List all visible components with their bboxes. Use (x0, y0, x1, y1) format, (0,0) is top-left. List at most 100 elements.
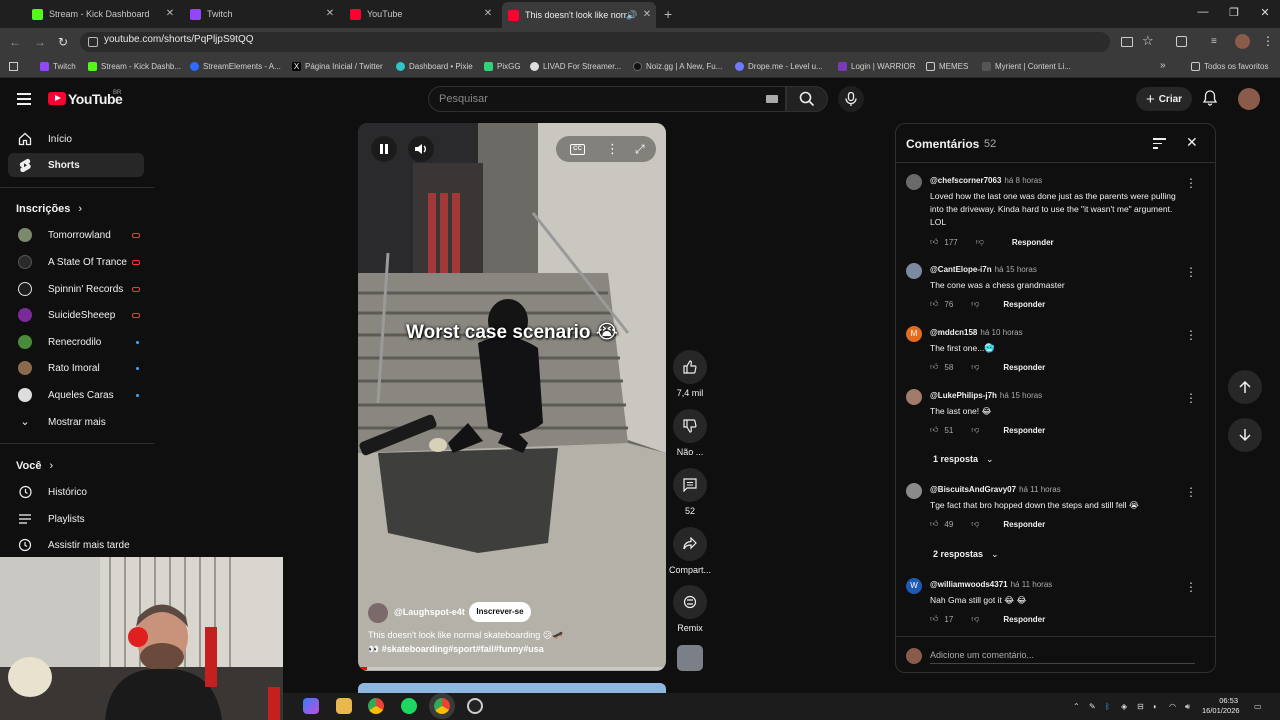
pen-icon[interactable]: ✎ (1089, 702, 1096, 711)
thumbs-up-icon[interactable]: 👍︎ (930, 362, 938, 372)
subscribe-button[interactable]: Inscrever-se (469, 602, 531, 622)
chrome-active-icon[interactable] (434, 698, 450, 714)
search-button[interactable] (786, 86, 828, 112)
bookmark-kick[interactable]: Stream - Kick Dashb... (88, 62, 181, 71)
reply-button[interactable]: Responder (1003, 426, 1045, 435)
thumbs-down-icon[interactable]: 👎︎ (971, 614, 979, 624)
comment-menu-icon[interactable]: ⋮ (1185, 265, 1197, 279)
bookmark-twitch[interactable]: Twitch (40, 62, 76, 71)
taskbar-clock[interactable]: 06:53 16/01/2026 (1202, 696, 1240, 716)
you-heading[interactable]: Você › (16, 460, 53, 472)
video-progress-bar[interactable] (358, 667, 666, 670)
apps-grid-icon[interactable] (9, 62, 18, 71)
tray-app-icon[interactable]: ◈ (1121, 702, 1127, 711)
bookmark-star-icon[interactable]: ☆ (1142, 33, 1154, 49)
sidebar-item-watch-later[interactable]: Assistir mais tarde (8, 533, 144, 557)
comment-author[interactable]: @mddcn158 há 10 horas (930, 328, 1023, 337)
sidebar-item-aqueles-caras[interactable]: Aqueles Caras (8, 383, 144, 407)
show-replies-button[interactable]: 1 resposta ⌄ (933, 454, 994, 465)
chrome-icon[interactable] (368, 698, 384, 714)
short-video-player[interactable]: CC ⋮ ⤢ Worst case scenario 😭 @Laughspot-… (358, 123, 666, 671)
sidebar-item-a-state-of-trance[interactable]: A State Of Trance (8, 250, 144, 274)
site-info-icon[interactable] (88, 37, 98, 47)
extensions-icon[interactable] (1176, 36, 1187, 47)
bookmark-folder-memes[interactable]: MEMES (926, 62, 968, 71)
comment-menu-icon[interactable]: ⋮ (1185, 176, 1197, 190)
restore-icon[interactable]: ❐ (1227, 6, 1241, 19)
minimize-icon[interactable]: — (1196, 6, 1210, 18)
tab-youtube[interactable]: YouTube ✕ (346, 4, 498, 24)
previous-short-button[interactable] (1228, 370, 1262, 404)
sidebar-item-spinnin-records[interactable]: Spinnin' Records (8, 277, 144, 301)
reply-button[interactable]: Responder (1003, 363, 1045, 372)
reply-button[interactable]: Responder (1012, 238, 1054, 247)
volume-button[interactable] (408, 136, 434, 162)
comment-author[interactable]: @BiscuitsAndGravy07 há 11 horas (930, 485, 1061, 494)
profile-avatar[interactable] (1235, 34, 1250, 49)
new-tab-button[interactable]: + (664, 6, 672, 22)
forward-icon[interactable]: → (33, 35, 47, 49)
thumbs-up-icon[interactable]: 👍︎ (930, 614, 938, 624)
thumbs-up-icon[interactable]: 👍︎ (930, 237, 938, 247)
channel-name[interactable]: @Laughspot-e4t (394, 607, 465, 617)
close-tab-icon[interactable]: ✕ (165, 9, 175, 19)
copilot-icon[interactable] (303, 698, 319, 714)
sidebar-item-renecrodilo[interactable]: Renecrodilo (8, 330, 144, 354)
notifications-bell-icon[interactable] (1203, 90, 1217, 106)
closed-captions-icon[interactable]: CC (570, 144, 585, 155)
dislike-button[interactable]: Não ... (672, 409, 708, 457)
comments-button[interactable]: 52 (672, 468, 708, 516)
bookmark-pixie[interactable]: Dashboard • Pixie (396, 62, 473, 71)
bookmark-warrior[interactable]: Login | WARRIOR (838, 62, 915, 71)
thumbs-up-icon[interactable]: 👍︎ (930, 299, 938, 309)
comment-menu-icon[interactable]: ⋮ (1185, 328, 1197, 342)
comment-menu-icon[interactable]: ⋮ (1185, 391, 1197, 405)
subscriptions-heading[interactable]: Inscrições › (16, 203, 82, 215)
thumbs-down-icon[interactable]: 👎︎ (971, 519, 979, 529)
thumbs-down-icon[interactable]: 👎︎ (976, 237, 984, 247)
sidebar-item-suicidesheeep[interactable]: SuicideSheeep (8, 303, 144, 327)
network-icon[interactable]: ⊟ (1137, 702, 1144, 711)
keyboard-icon[interactable] (766, 95, 778, 103)
thumbs-down-icon[interactable]: 👎︎ (971, 299, 979, 309)
cast-icon[interactable] (1121, 37, 1133, 47)
sidebar-item-shorts[interactable]: Shorts (8, 153, 144, 177)
notification-center-icon[interactable]: ▭ (1254, 702, 1262, 711)
commenter-avatar[interactable] (906, 389, 922, 405)
tray-overflow-icon[interactable]: ⌃ (1073, 702, 1080, 711)
sidebar-item-playlists[interactable]: Playlists (8, 507, 144, 531)
tab-kick-dashboard[interactable]: Stream - Kick Dashboard ✕ (8, 4, 180, 24)
close-tab-icon[interactable]: ✕ (642, 10, 652, 20)
more-options-icon[interactable]: ⋮ (606, 141, 619, 157)
hamburger-menu-icon[interactable] (17, 93, 31, 105)
close-window-icon[interactable]: ✕ (1258, 6, 1272, 19)
wifi-icon[interactable]: ◠ (1169, 702, 1176, 711)
all-bookmarks-folder[interactable]: Todos os favoritos (1191, 62, 1268, 71)
share-button[interactable]: Compart... (668, 527, 712, 575)
remix-button[interactable]: Remix (672, 585, 708, 633)
like-button[interactable]: 7,4 mil (672, 350, 708, 398)
file-explorer-icon[interactable] (336, 698, 352, 714)
show-replies-button[interactable]: 2 respostas ⌄ (933, 549, 999, 560)
spotify-icon[interactable] (401, 698, 417, 714)
comment-menu-icon[interactable]: ⋮ (1185, 485, 1197, 499)
close-tab-icon[interactable]: ✕ (483, 9, 493, 19)
thumbs-down-icon[interactable]: 👎︎ (971, 362, 979, 372)
speaker-icon[interactable]: 🔊 (626, 10, 637, 21)
back-icon[interactable]: ← (8, 35, 22, 49)
reload-icon[interactable]: ↻ (56, 35, 70, 49)
reply-button[interactable]: Responder (1003, 300, 1045, 309)
sort-icon[interactable] (1153, 138, 1166, 149)
tab-short-active[interactable]: This doesn't look like norm 🔊 ✕ (502, 2, 656, 28)
bookmark-pixgg[interactable]: PixGG (484, 62, 521, 71)
add-comment-input[interactable]: Adicione um comentário... (930, 650, 1195, 664)
show-more-button[interactable]: ⌄ Mostrar mais (8, 410, 144, 434)
bookmark-livad[interactable]: LIVAD For Streamer... (530, 62, 621, 71)
bluetooth-icon[interactable]: ᛒ (1105, 702, 1110, 711)
voice-search-button[interactable] (838, 86, 864, 112)
bookmark-drope[interactable]: Drope.me - Level u... (735, 62, 823, 71)
commenter-avatar[interactable] (906, 483, 922, 499)
channel-avatar[interactable] (368, 603, 388, 623)
video-hashtags[interactable]: 👀 #skateboarding#sport#fail#funny#usa (368, 644, 544, 655)
next-short-button[interactable] (1228, 418, 1262, 452)
